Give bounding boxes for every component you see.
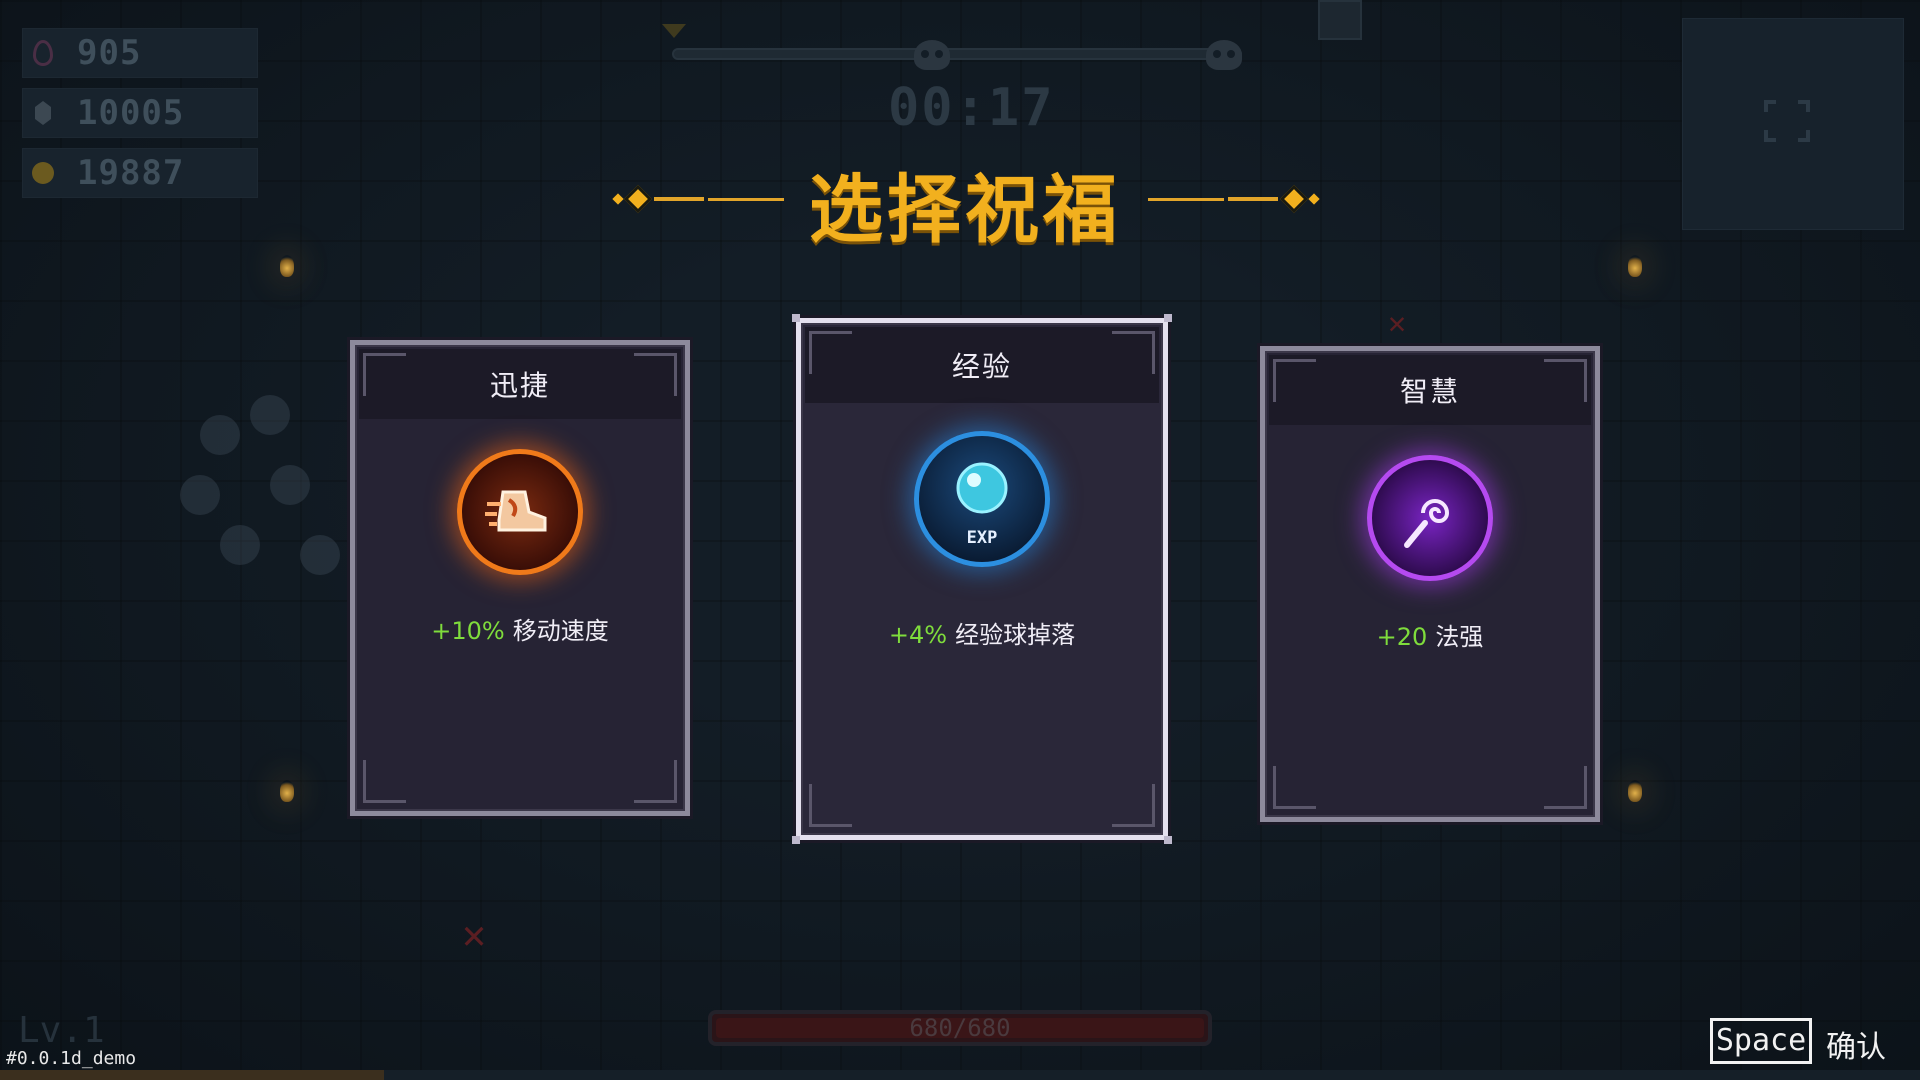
wave-progress-track: [672, 48, 1242, 60]
exp-orb-icon: EXP: [914, 431, 1050, 567]
bonus-value: +4%: [888, 621, 948, 649]
blessing-card-swift[interactable]: 迅捷 +10% 移动速度: [350, 340, 690, 816]
wave-progress-marker-icon: [662, 24, 686, 38]
soul-count: 905: [77, 33, 142, 73]
swift-boot-icon: [457, 449, 583, 575]
bonus-stat: 经验球掉落: [955, 621, 1076, 649]
health-text: 680/680: [909, 1014, 1011, 1042]
card-description: +10% 移动速度: [355, 611, 685, 646]
card-header: 迅捷: [359, 349, 681, 419]
floor-x-mark: ✕: [1388, 306, 1407, 341]
torch-icon: [280, 255, 294, 277]
soul-counter: 905: [22, 28, 258, 78]
card-header: 经验: [805, 327, 1159, 403]
player-level: Lv.1: [18, 1010, 105, 1051]
experience-bar-fill: [0, 1070, 384, 1080]
gem-count: 10005: [77, 93, 185, 133]
door-icon: [1318, 0, 1362, 40]
boss-skull-icon: [1206, 40, 1242, 70]
title-ornament-left: [608, 184, 784, 214]
card-name: 智慧: [1399, 375, 1460, 408]
health-bar: 680/680: [708, 1010, 1212, 1046]
confirm-label[interactable]: 确认: [1826, 1022, 1886, 1066]
bonus-stat: 法强: [1435, 623, 1484, 651]
card-name: 迅捷: [489, 369, 550, 402]
card-description: +4% 经验球掉落: [801, 615, 1163, 650]
soul-flame-icon: [33, 40, 53, 66]
torch-icon: [280, 780, 294, 802]
torch-icon: [1628, 255, 1642, 277]
gold-count: 19887: [77, 153, 185, 193]
experience-bar: [0, 1070, 1920, 1080]
enemy-cluster: [160, 395, 360, 595]
exp-icon-label: EXP: [966, 528, 998, 548]
bonus-value: +10%: [431, 617, 505, 645]
title-ornament-right: [1148, 184, 1324, 214]
blessing-card-wisdom[interactable]: 智慧 +20 法强: [1260, 346, 1600, 822]
bonus-stat: 移动速度: [512, 617, 609, 645]
floor-x-mark: ✕: [462, 912, 487, 958]
blessing-card-exp[interactable]: 经验 EXP +4% 经验球掉落: [792, 314, 1172, 844]
card-description: +20 法强: [1265, 617, 1595, 652]
gem-counter: 10005: [22, 88, 258, 138]
coin-icon: [32, 162, 54, 184]
space-key-hint[interactable]: Space: [1710, 1018, 1812, 1064]
game-timer: 00:17: [888, 78, 1055, 138]
page-title: 选择祝福: [809, 167, 1121, 253]
fullscreen-icon[interactable]: [1763, 99, 1811, 143]
skull-icon: [914, 40, 950, 70]
card-header: 智慧: [1269, 355, 1591, 425]
torch-icon: [1628, 780, 1642, 802]
gem-icon: [35, 101, 51, 125]
gold-counter: 19887: [22, 148, 258, 198]
bonus-value: +20: [1376, 623, 1428, 651]
magic-staff-icon: [1367, 455, 1493, 581]
card-name: 经验: [951, 350, 1012, 383]
version-label: #0.0.1d_demo: [6, 1048, 137, 1069]
